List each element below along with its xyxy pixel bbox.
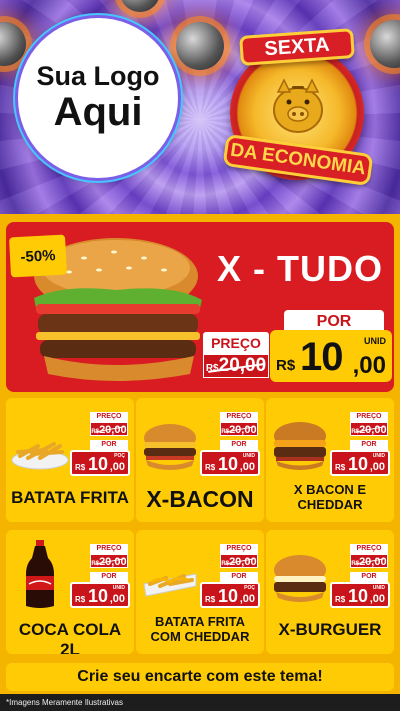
product-name: BATATA FRITA COM CHEDDAR (150, 614, 250, 644)
new-price-label: POR (220, 572, 258, 582)
old-price-label: PREÇO (350, 544, 388, 554)
old-price-label: PREÇO (220, 412, 258, 422)
old-price: R$20,00 (220, 422, 258, 436)
product-name: X-BURGUER (278, 620, 382, 639)
price-cents: ,00 (369, 593, 385, 605)
price-currency: R$ (75, 463, 86, 472)
header-banner: Sua Logo Aqui SEXTA DA ECONOMIA (0, 0, 400, 214)
new-price: R$ 10 UNID ,00 (200, 450, 260, 476)
price-cents: ,00 (239, 461, 255, 473)
hero-old-value: 20,00 (218, 355, 267, 376)
new-price: R$ 10 POÇ ,00 (200, 582, 260, 608)
fries-cheddar-image (143, 573, 197, 597)
old-price-label: PREÇO (90, 544, 128, 554)
price-currency: R$ (205, 595, 216, 604)
old-price-currency: R$ (221, 561, 230, 567)
new-price-label: POR (220, 440, 258, 450)
price-unit: POÇ (114, 453, 125, 459)
discount-badge: -50% (8, 234, 68, 278)
hero-old-price-label: PREÇO (203, 332, 269, 354)
logo-placeholder: Sua Logo Aqui (18, 18, 178, 178)
product-card: PREÇO R$20,00 POR R$ 10 POÇ ,00 BATATA FRIT… (6, 398, 134, 522)
piggy-bank-icon (273, 78, 323, 133)
burger-image (274, 422, 326, 470)
product-card: PREÇO R$20,00 POR R$ 10 POÇ ,00 BATATA FRIT… (136, 530, 264, 654)
hero-currency: R$ (276, 357, 296, 374)
cta-banner: Crie seu encarte com este tema! (6, 663, 394, 691)
product-name: COCA COLA 2L (18, 620, 122, 654)
new-price: R$ 10 UNID ,00 (70, 582, 130, 608)
old-price: R$20,00 (90, 554, 128, 568)
price-cents: ,00 (109, 461, 125, 473)
old-price-currency: R$ (91, 561, 100, 567)
disclaimer-footer: *Imagens Meramente Ilustrativas (0, 694, 400, 711)
price-int: 10 (88, 454, 109, 474)
hero-title: X - TUDO (217, 248, 383, 289)
old-price: R$20,00 (350, 554, 388, 568)
old-price-value: 20,00 (99, 556, 127, 568)
product-card: PREÇO R$20,00 POR R$ 10 UNID ,00 COCA COLA … (6, 530, 134, 654)
old-price-label: PREÇO (90, 412, 128, 422)
old-price-currency: R$ (91, 429, 100, 435)
new-price-label: POR (350, 440, 388, 450)
price-currency: R$ (335, 595, 346, 604)
new-price: R$ 10 POÇ ,00 (70, 450, 130, 476)
hero-new-price: R$ 10 UNID ,00 (270, 330, 392, 382)
price-int: 10 (88, 586, 109, 606)
price-cents: ,00 (239, 593, 255, 605)
old-price-value: 20,00 (229, 424, 257, 436)
new-price-label: POR (90, 440, 128, 450)
old-price: R$20,00 (220, 554, 258, 568)
price-currency: R$ (205, 463, 216, 472)
price-int: 10 (348, 586, 369, 606)
new-price-label: POR (90, 572, 128, 582)
fries-image (11, 442, 69, 470)
price-currency: R$ (75, 595, 86, 604)
old-price-currency: R$ (221, 429, 230, 435)
price-int: 10 (218, 454, 239, 474)
old-price-currency: R$ (351, 561, 360, 567)
product-card: PREÇO R$20,00 POR R$ 10 UNID ,00 X-BACON (136, 398, 264, 522)
coin-orb-top-center (176, 22, 224, 70)
promo-seal: SEXTA DA ECONOMIA (222, 24, 374, 187)
price-cents: ,00 (369, 461, 385, 473)
logo-line-1: Sua Logo (36, 60, 160, 91)
old-price: R$20,00 (90, 422, 128, 436)
price-unit: POÇ (244, 585, 255, 591)
old-price-currency: R$ (351, 429, 360, 435)
old-price-value: 20,00 (229, 556, 257, 568)
product-name: X BACON E CHEDDAR (293, 482, 367, 512)
hero-price-cents: ,00 (352, 352, 386, 379)
hero-old-price: R$20,00 (203, 354, 269, 378)
price-unit: UNID (112, 585, 125, 591)
new-price-label: POR (350, 572, 388, 582)
old-price-value: 20,00 (359, 424, 387, 436)
old-price-label: PREÇO (350, 412, 388, 422)
hero-offer: -50% X - TUDO PREÇO R$20,00 POR R$ 10 UN… (6, 222, 394, 392)
product-card: PREÇO R$20,00 POR R$ 10 UNID ,00 X-BURGUER (266, 530, 394, 654)
burger-image (144, 424, 196, 470)
logo-line-2: Aqui (53, 89, 143, 134)
price-currency: R$ (335, 463, 346, 472)
price-int: 10 (348, 454, 369, 474)
soda-bottle-image (26, 540, 54, 608)
old-price: R$20,00 (350, 422, 388, 436)
price-unit: UNID (372, 453, 385, 459)
old-price-value: 20,00 (99, 424, 127, 436)
new-price: R$ 10 UNID ,00 (330, 450, 390, 476)
old-price-label: PREÇO (220, 544, 258, 554)
burger-image (274, 555, 326, 602)
price-unit: UNID (242, 453, 255, 459)
new-price: R$ 10 UNID ,00 (330, 582, 390, 608)
price-unit: UNID (372, 585, 385, 591)
product-name: X-BACON (146, 486, 254, 512)
product-card: PREÇO R$20,00 POR R$ 10 UNID ,00 X BACON E … (266, 398, 394, 522)
product-name: BATATA FRITA (11, 488, 129, 507)
price-cents: ,00 (109, 593, 125, 605)
price-int: 10 (218, 586, 239, 606)
hero-old-currency: R$ (205, 363, 219, 374)
old-price-value: 20,00 (359, 556, 387, 568)
hero-price-int: 10 (300, 335, 343, 379)
hero-unit: UNID (364, 336, 386, 346)
